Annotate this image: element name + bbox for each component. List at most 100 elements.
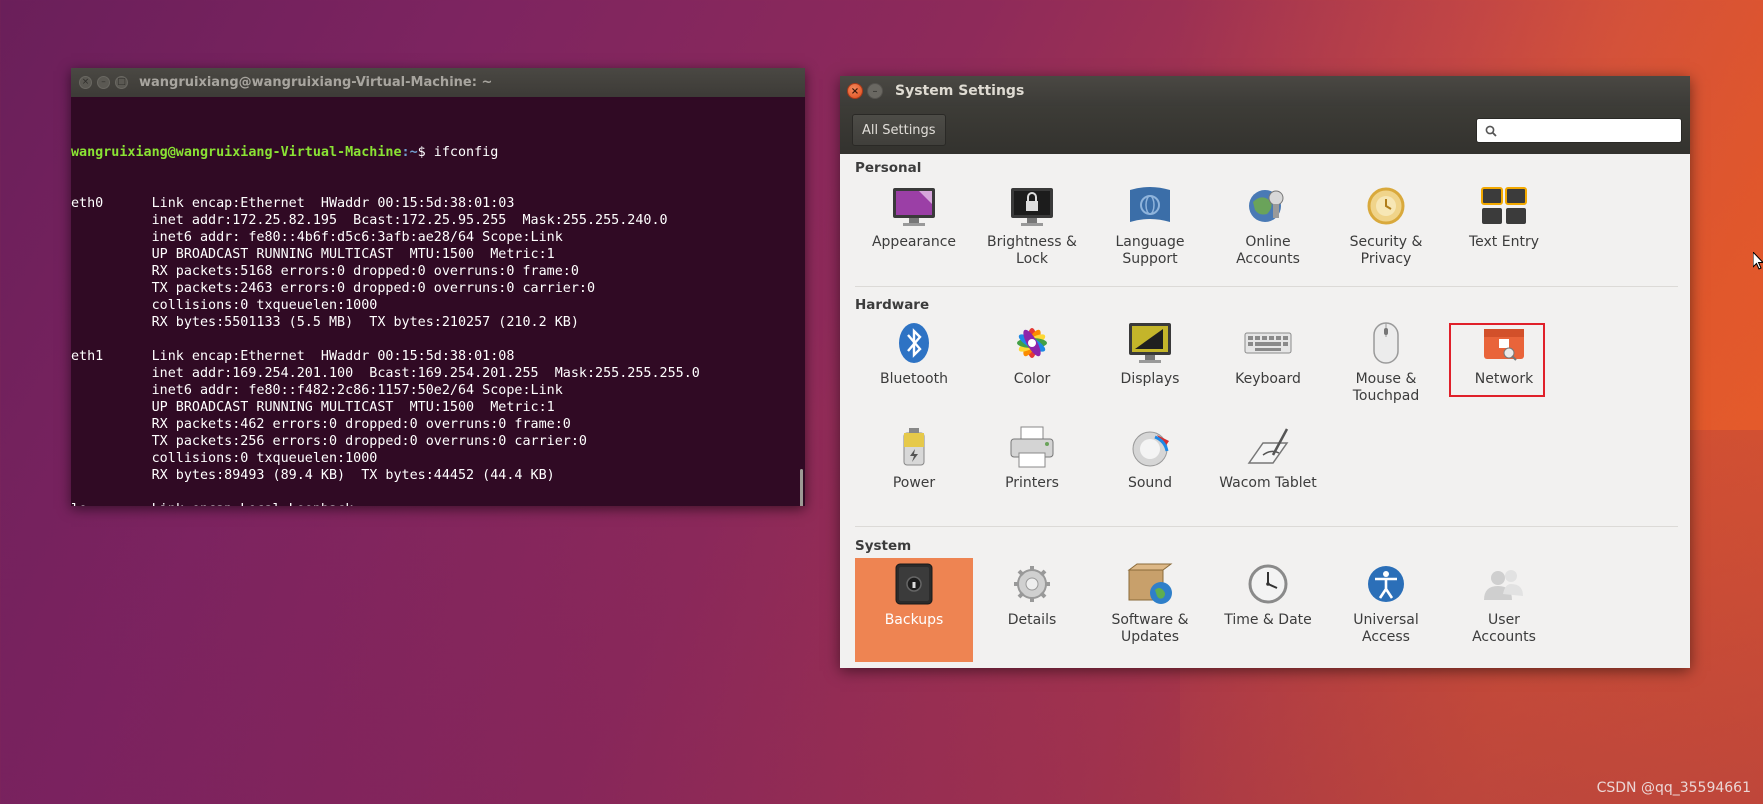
terminal-line: collisions:0 txqueuelen:1000 bbox=[71, 298, 378, 313]
settings-item-keyboard[interactable]: Keyboard bbox=[1209, 317, 1327, 421]
terminal-line: inet6 addr: fe80::f482:2c86:1157:50e2/64… bbox=[71, 383, 563, 398]
settings-item-mouse-touchpad[interactable]: Mouse & Touchpad bbox=[1327, 317, 1445, 421]
mouse-pointer-icon bbox=[1753, 252, 1763, 270]
displays-icon bbox=[1125, 319, 1175, 367]
settings-item-power[interactable]: Power bbox=[855, 421, 973, 525]
terminal-line: collisions:0 txqueuelen:1000 bbox=[71, 451, 378, 466]
system-settings-window[interactable]: × – System Settings All Settings Persona… bbox=[840, 76, 1690, 668]
mouse-touchpad-icon bbox=[1361, 319, 1411, 367]
terminal-output[interactable]: wangruixiang@wangruixiang-Virtual-Machin… bbox=[71, 97, 805, 506]
settings-item-label: Printers bbox=[1005, 475, 1059, 491]
prompt-command: $ ifconfig bbox=[417, 145, 499, 160]
personal-grid: Appearance Brightness & Lock Language Suppor… bbox=[855, 180, 1678, 284]
all-settings-button[interactable]: All Settings bbox=[852, 114, 946, 146]
sound-icon bbox=[1125, 423, 1175, 471]
settings-item-security-privacy[interactable]: Security & Privacy bbox=[1327, 180, 1445, 284]
search-input[interactable] bbox=[1503, 120, 1681, 141]
terminal-line: inet6 addr: fe80::4b6f:d5c6:3afb:ae28/64… bbox=[71, 230, 563, 245]
search-icon bbox=[1485, 125, 1497, 137]
settings-item-universal-access[interactable]: Universal Access bbox=[1327, 558, 1445, 662]
settings-item-label: Bluetooth bbox=[880, 371, 948, 387]
text-entry-icon bbox=[1479, 182, 1529, 230]
settings-item-text-entry[interactable]: Text Entry bbox=[1445, 180, 1563, 284]
settings-item-appearance[interactable]: Appearance bbox=[855, 180, 973, 284]
terminal-line: RX bytes:5501133 (5.5 MB) TX bytes:21025… bbox=[71, 315, 579, 330]
settings-item-label: Network bbox=[1474, 371, 1534, 387]
settings-item-user-accounts[interactable]: User Accounts bbox=[1445, 558, 1563, 662]
close-icon[interactable]: × bbox=[847, 83, 863, 99]
settings-item-label: Universal Access bbox=[1353, 612, 1419, 645]
settings-item-label: Language Support bbox=[1115, 234, 1185, 267]
settings-item-wacom-tablet[interactable]: Wacom Tablet bbox=[1209, 421, 1327, 525]
settings-item-sound[interactable]: Sound bbox=[1091, 421, 1209, 525]
settings-item-displays[interactable]: Displays bbox=[1091, 317, 1209, 421]
terminal-line: UP BROADCAST RUNNING MULTICAST MTU:1500 … bbox=[71, 247, 555, 262]
power-icon bbox=[889, 423, 939, 471]
minimize-icon[interactable]: – bbox=[97, 76, 110, 89]
terminal-window[interactable]: × – □ wangruixiang@wangruixiang-Virtual-… bbox=[71, 68, 805, 506]
maximize-icon[interactable]: □ bbox=[115, 76, 128, 89]
terminal-prompt-line: wangruixiang@wangruixiang-Virtual-Machin… bbox=[71, 144, 805, 161]
settings-item-printers[interactable]: Printers bbox=[973, 421, 1091, 525]
settings-item-label: User Accounts bbox=[1472, 612, 1536, 645]
wacom-tablet-icon bbox=[1243, 423, 1293, 471]
terminal-lines: eth0 Link encap:Ethernet HWaddr 00:15:5d… bbox=[71, 195, 805, 506]
appearance-icon bbox=[889, 182, 939, 230]
terminal-title: wangruixiang@wangruixiang-Virtual-Machin… bbox=[139, 75, 493, 90]
section-title: Personal bbox=[855, 160, 922, 176]
brightness-lock-icon bbox=[1007, 182, 1057, 230]
universal-access-icon bbox=[1361, 560, 1411, 608]
color-icon bbox=[1007, 319, 1057, 367]
settings-title: System Settings bbox=[895, 83, 1025, 99]
section-personal: Personal Appearance Brightness & Lock Langu… bbox=[855, 160, 1678, 284]
section-hardware: Hardware Bluetooth Color Displays Keyboard M… bbox=[855, 297, 1678, 525]
settings-item-software-updates[interactable]: Software & Updates bbox=[1091, 558, 1209, 662]
online-accounts-icon bbox=[1243, 182, 1293, 230]
settings-item-network[interactable]: Network bbox=[1445, 317, 1563, 421]
settings-item-label: Text Entry bbox=[1468, 234, 1539, 250]
close-icon[interactable]: × bbox=[79, 76, 92, 89]
settings-item-language-support[interactable]: Language Support bbox=[1091, 180, 1209, 284]
settings-item-color[interactable]: Color bbox=[973, 317, 1091, 421]
settings-content: Personal Appearance Brightness & Lock Langu… bbox=[840, 154, 1690, 668]
network-icon bbox=[1479, 319, 1529, 367]
settings-item-label: Software & Updates bbox=[1111, 612, 1189, 645]
backups-icon bbox=[889, 560, 939, 608]
settings-item-label: Online Accounts bbox=[1236, 234, 1300, 267]
settings-item-label: Security & Privacy bbox=[1349, 234, 1423, 267]
settings-item-label: Details bbox=[1007, 612, 1057, 628]
terminal-line: eth0 Link encap:Ethernet HWaddr 00:15:5d… bbox=[71, 196, 515, 211]
search-box[interactable] bbox=[1476, 118, 1682, 143]
settings-item-label: Mouse & Touchpad bbox=[1352, 371, 1420, 404]
settings-item-online-accounts[interactable]: Online Accounts bbox=[1209, 180, 1327, 284]
keyboard-icon bbox=[1243, 319, 1293, 367]
settings-item-bluetooth[interactable]: Bluetooth bbox=[855, 317, 973, 421]
watermark: CSDN @qq_35594661 bbox=[1596, 780, 1751, 796]
settings-item-label: Sound bbox=[1127, 475, 1173, 491]
settings-item-details[interactable]: Details bbox=[973, 558, 1091, 662]
settings-item-label: Keyboard bbox=[1235, 371, 1301, 387]
minimize-icon[interactable]: – bbox=[867, 83, 883, 99]
settings-item-brightness-lock[interactable]: Brightness & Lock bbox=[973, 180, 1091, 284]
settings-item-label: Brightness & Lock bbox=[987, 234, 1077, 267]
settings-item-backups[interactable]: Backups bbox=[855, 558, 973, 662]
terminal-line: inet addr:169.254.201.100 Bcast:169.254.… bbox=[71, 366, 700, 381]
terminal-scrollbar[interactable] bbox=[800, 469, 803, 506]
settings-item-label: Power bbox=[892, 475, 936, 491]
terminal-line: RX packets:5168 errors:0 dropped:0 overr… bbox=[71, 264, 579, 279]
settings-titlebar[interactable]: × – System Settings bbox=[840, 76, 1690, 106]
terminal-line: lo Link encap:Local Loopback bbox=[71, 501, 805, 506]
terminal-titlebar[interactable]: × – □ wangruixiang@wangruixiang-Virtual-… bbox=[71, 68, 805, 97]
terminal-line: TX packets:256 errors:0 dropped:0 overru… bbox=[71, 434, 587, 449]
prompt-path: :~ bbox=[401, 145, 418, 160]
prompt-user: wangruixiang@wangruixiang-Virtual-Machin… bbox=[71, 145, 402, 160]
terminal-line: eth1 Link encap:Ethernet HWaddr 00:15:5d… bbox=[71, 349, 515, 364]
settings-item-time-date[interactable]: Time & Date bbox=[1209, 558, 1327, 662]
details-icon bbox=[1007, 560, 1057, 608]
printers-icon bbox=[1007, 423, 1057, 471]
terminal-line: inet addr:172.25.82.195 Bcast:172.25.95.… bbox=[71, 213, 668, 228]
section-title: Hardware bbox=[855, 297, 930, 313]
settings-item-label: Wacom Tablet bbox=[1219, 475, 1317, 491]
terminal-line: RX packets:462 errors:0 dropped:0 overru… bbox=[71, 417, 571, 432]
